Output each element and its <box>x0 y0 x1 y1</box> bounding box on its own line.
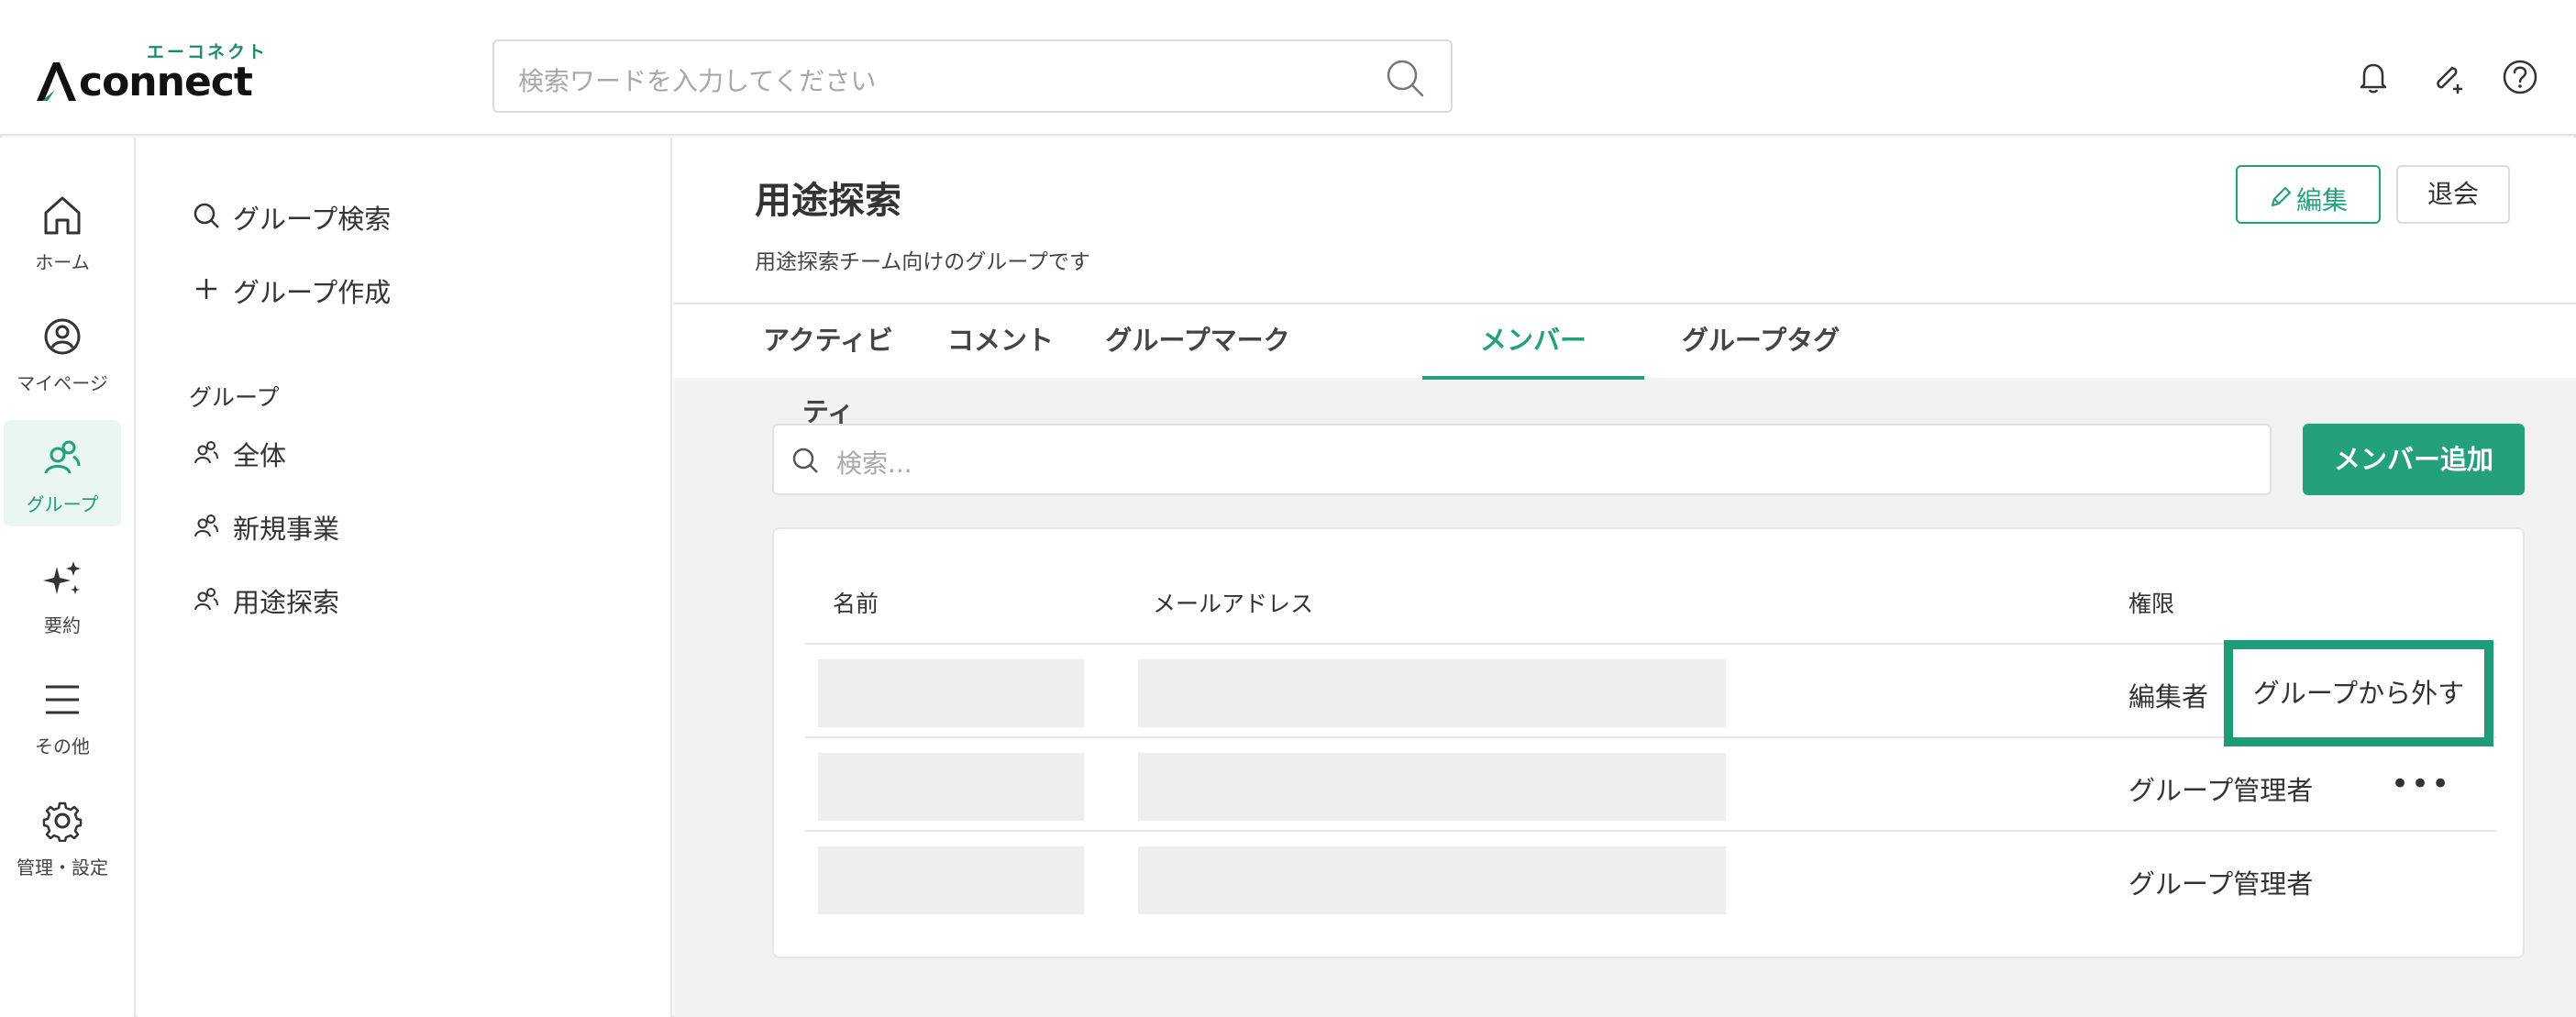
member-search-input[interactable]: 検索... <box>772 424 2272 495</box>
edit-button-label: 編集 <box>2296 185 2349 216</box>
tab-bar: アクティビティ コメント グループマーク メンバー グループタグ <box>674 303 2576 427</box>
main-content: 用途探索 用途探索チーム向けのグループです 編集 退会 アクティビティ コメント… <box>674 138 2576 1017</box>
group-icon <box>194 514 218 537</box>
member-search-placeholder: 検索... <box>836 448 912 479</box>
logo-text: connect <box>79 59 253 105</box>
group-icon <box>194 588 218 611</box>
role-text: 編集者 <box>2128 681 2209 713</box>
email-placeholder <box>1138 846 1726 914</box>
leave-button[interactable]: 退会 <box>2396 165 2510 224</box>
home-icon <box>44 196 81 235</box>
global-search-input[interactable]: 検索ワードを入力してください <box>492 39 1453 113</box>
email-placeholder <box>1138 659 1726 727</box>
rail-label: グループ <box>26 493 99 515</box>
sidebar-group-label: 全体 <box>233 440 287 471</box>
email-placeholder <box>1138 753 1726 821</box>
tab-activity[interactable]: アクティビティ <box>755 304 901 427</box>
search-placeholder: 検索ワードを入力してください <box>518 66 877 96</box>
rail-item-mypage[interactable]: マイページ <box>4 299 121 405</box>
search-icon <box>792 448 818 473</box>
role-text: グループ管理者 <box>2128 868 2314 900</box>
paperclip-add-icon[interactable] <box>2428 59 2465 95</box>
column-header-role: 権限 <box>2128 591 2175 617</box>
group-description: 用途探索チーム向けのグループです <box>755 250 1090 274</box>
rail-label: マイページ <box>17 372 108 394</box>
top-header: エーコネクト connect 検索ワードを入力してください <box>0 0 2576 136</box>
remove-from-group-button[interactable]: グループから外す <box>2233 649 2484 737</box>
rail-label: 管理・設定 <box>17 857 108 879</box>
rail-item-settings[interactable]: 管理・設定 <box>4 783 121 890</box>
sidebar-group-label: 用途探索 <box>233 587 340 618</box>
nav-rail: ホーム マイページ グループ 要約 その他 管理・設定 <box>0 138 136 1017</box>
rail-item-home[interactable]: ホーム <box>4 178 121 284</box>
rail-label: ホーム <box>35 251 90 273</box>
sparkle-icon <box>43 561 81 594</box>
plus-icon <box>196 279 216 299</box>
column-header-email: メールアドレス <box>1153 591 1314 617</box>
pencil-icon <box>2271 186 2292 207</box>
name-placeholder <box>818 753 1084 821</box>
name-placeholder <box>818 846 1084 914</box>
sidebar-group-label: 新規事業 <box>233 514 340 545</box>
tab-members[interactable]: メンバー <box>1422 304 1644 380</box>
page-title: 用途探索 <box>755 180 901 222</box>
gear-icon <box>42 801 83 842</box>
name-placeholder <box>818 659 1084 727</box>
sidebar-group-search-label: グループ検索 <box>233 204 392 235</box>
divider <box>805 830 2496 832</box>
column-header-name: 名前 <box>833 591 879 617</box>
search-icon <box>193 203 219 228</box>
more-options-icon[interactable]: ••• <box>2391 766 2451 802</box>
rail-label: その他 <box>35 735 90 757</box>
group-sidebar: グループ検索 グループ作成 グループ 全体 新規事業 用途探索 <box>138 138 672 1017</box>
help-icon[interactable] <box>2502 59 2538 95</box>
tab-group-mark[interactable]: グループマーク <box>1100 304 1295 380</box>
role-text: グループ管理者 <box>2128 775 2314 806</box>
group-icon <box>44 440 81 474</box>
menu-icon <box>46 685 79 714</box>
group-icon <box>194 441 218 464</box>
sidebar-group-create-label: グループ作成 <box>233 277 392 308</box>
search-icon[interactable] <box>1385 58 1425 98</box>
logo-a-mark <box>37 62 76 101</box>
group-header: 用途探索 用途探索チーム向けのグループです 編集 退会 <box>674 138 2576 303</box>
logo[interactable]: エーコネクト connect <box>35 37 273 110</box>
tab-group-tag[interactable]: グループタグ <box>1674 304 1848 380</box>
tab-comment[interactable]: コメント <box>940 304 1061 380</box>
rail-item-other[interactable]: その他 <box>4 662 121 768</box>
user-circle-icon <box>44 318 81 355</box>
remove-from-group-menu: グループから外す <box>2224 640 2493 746</box>
rail-label: 要約 <box>44 614 81 636</box>
sidebar-section-title: グループ <box>189 384 280 411</box>
add-member-button[interactable]: メンバー追加 <box>2303 424 2525 495</box>
bell-icon[interactable] <box>2355 59 2392 95</box>
edit-button[interactable]: 編集 <box>2236 165 2381 224</box>
rail-item-group[interactable]: グループ <box>4 420 121 526</box>
rail-item-summary[interactable]: 要約 <box>4 541 121 647</box>
